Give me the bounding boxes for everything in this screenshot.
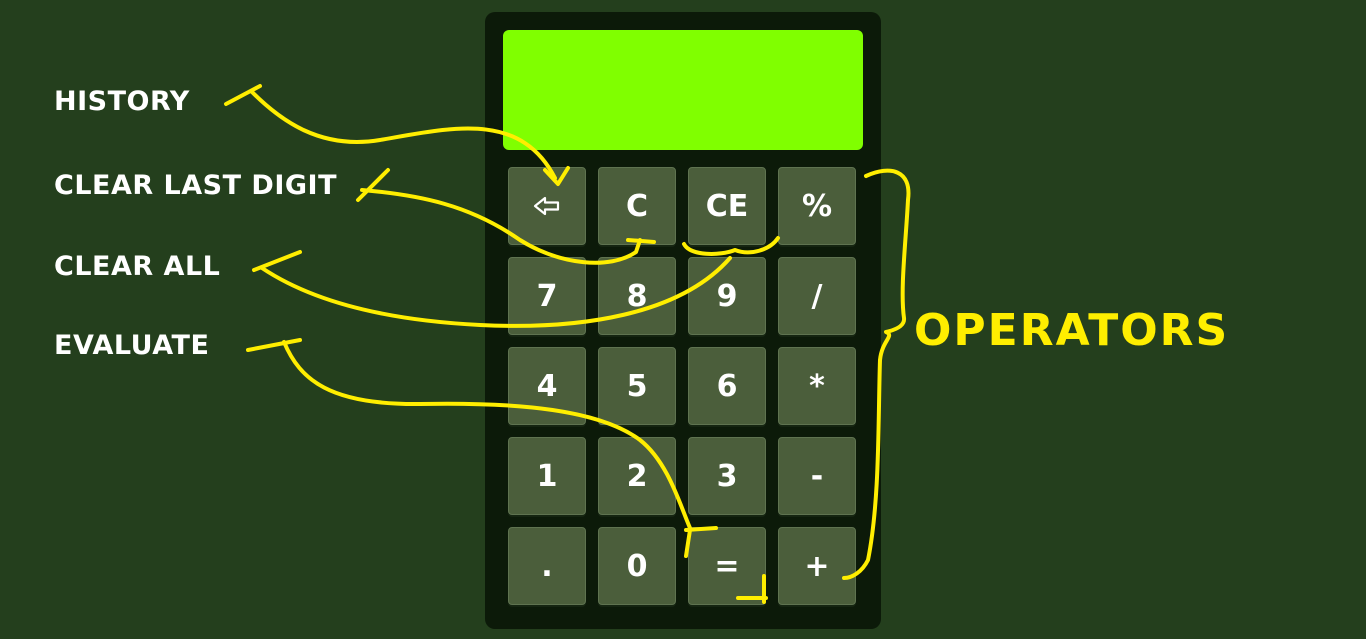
back-arrow-icon <box>533 196 561 216</box>
four-button[interactable]: 4 <box>508 347 586 425</box>
one-button[interactable]: 1 <box>508 437 586 515</box>
clear-entry-button[interactable]: CE <box>688 167 766 245</box>
equals-button[interactable]: = <box>688 527 766 605</box>
seven-button[interactable]: 7 <box>508 257 586 335</box>
minus-button[interactable]: - <box>778 437 856 515</box>
divide-button[interactable]: / <box>778 257 856 335</box>
nine-button[interactable]: 9 <box>688 257 766 335</box>
zero-button[interactable]: 0 <box>598 527 676 605</box>
five-button[interactable]: 5 <box>598 347 676 425</box>
three-button[interactable]: 3 <box>688 437 766 515</box>
two-button[interactable]: 2 <box>598 437 676 515</box>
eight-button[interactable]: 8 <box>598 257 676 335</box>
evaluate-label: EVALUATE <box>54 330 210 361</box>
clear-button[interactable]: C <box>598 167 676 245</box>
clear-last-digit-label: CLEAR LAST DIGIT <box>54 170 337 201</box>
decimal-button[interactable]: . <box>508 527 586 605</box>
history-label: HISTORY <box>54 86 190 117</box>
six-button[interactable]: 6 <box>688 347 766 425</box>
multiply-button[interactable]: * <box>778 347 856 425</box>
calculator-display <box>503 30 863 150</box>
history-button[interactable] <box>508 167 586 245</box>
operators-annotation: OPERATORS <box>914 305 1229 356</box>
plus-button[interactable]: + <box>778 527 856 605</box>
clear-all-label: CLEAR ALL <box>54 251 221 282</box>
percent-button[interactable]: % <box>778 167 856 245</box>
